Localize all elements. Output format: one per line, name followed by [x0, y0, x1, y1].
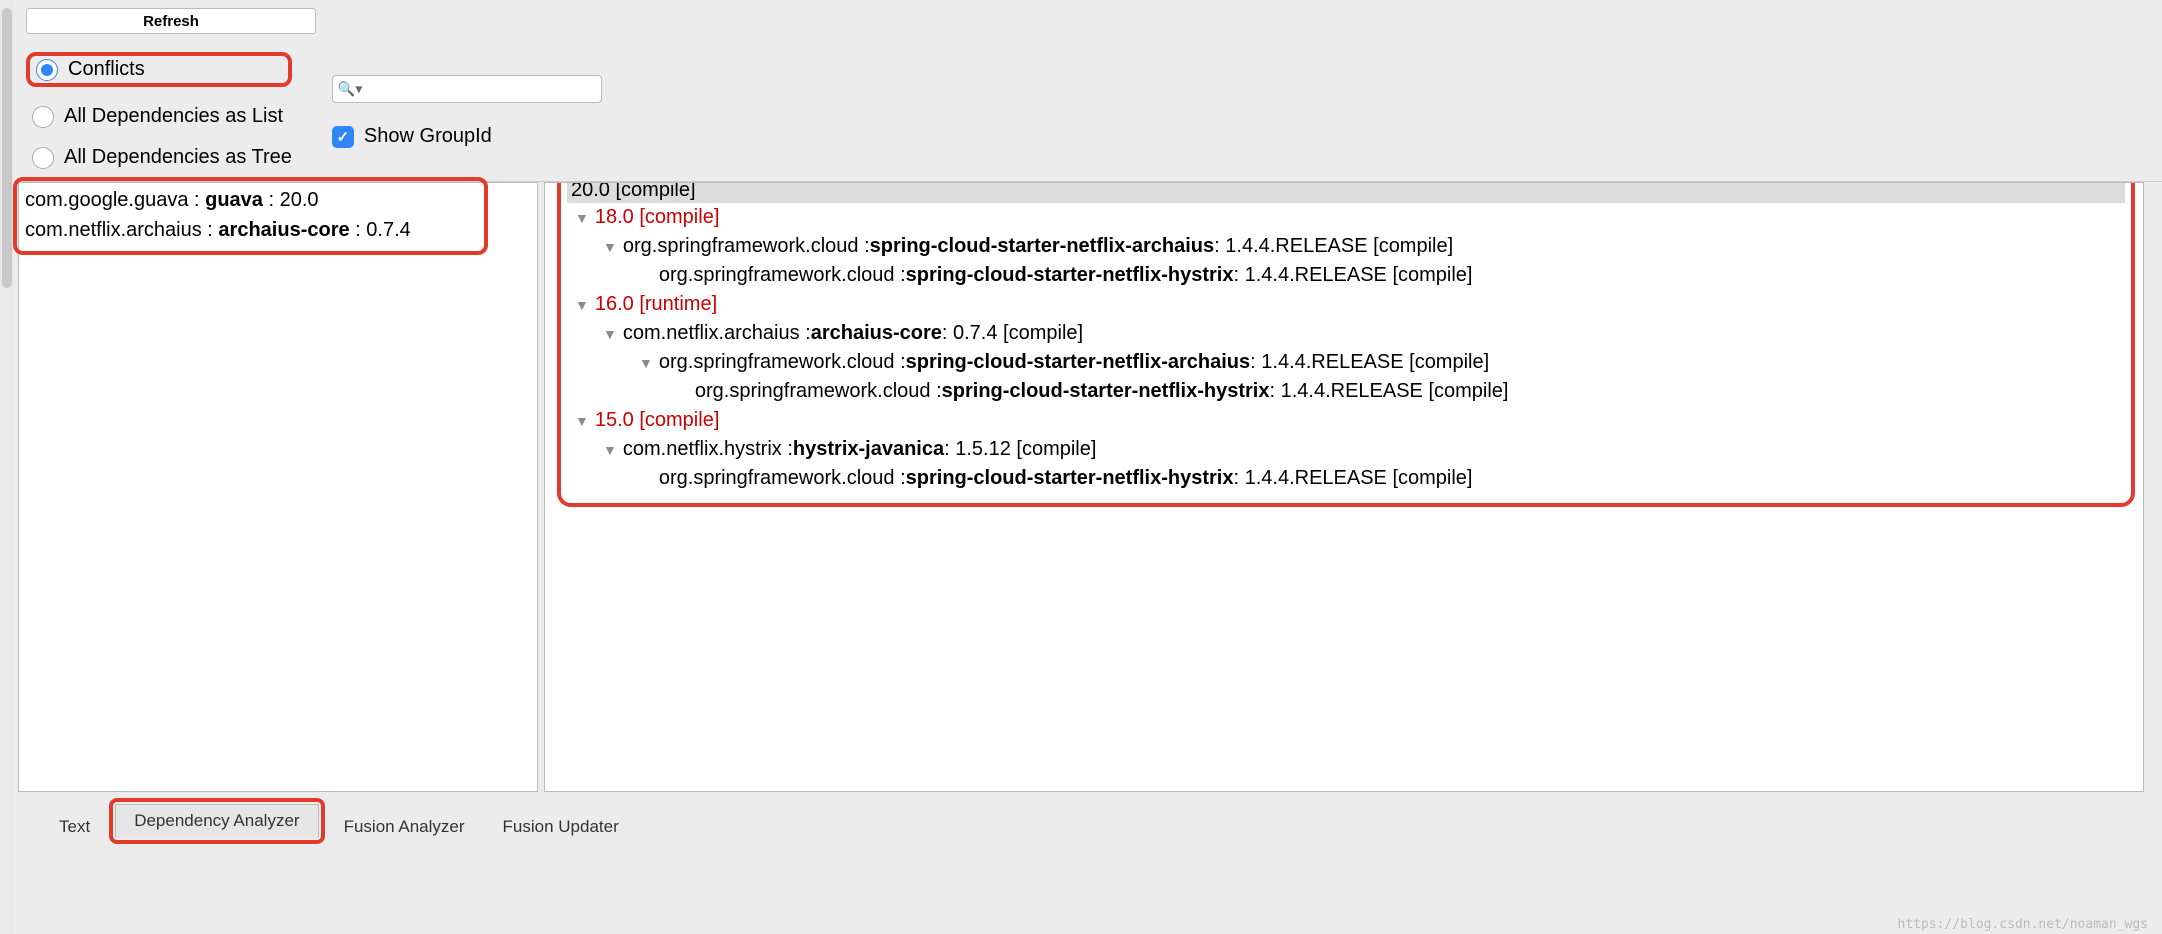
conflict-list-pane[interactable]: com.google.guava : guava : 20.0com.netfl…	[18, 182, 538, 792]
tree-row[interactable]: ▼org.springframework.cloud : spring-clou…	[567, 464, 2125, 493]
radio-icon	[36, 59, 58, 81]
tree-row[interactable]: ▼com.netflix.archaius : archaius-core : …	[567, 319, 2125, 348]
tab-fusion-analyzer[interactable]: Fusion Analyzer	[325, 810, 484, 844]
filter-row: Conflicts All Dependencies as List All D…	[26, 52, 2162, 169]
search-icon: 🔍▾	[338, 81, 362, 98]
radio-all-tree[interactable]: All Dependencies as Tree	[26, 146, 292, 169]
radio-icon	[32, 106, 54, 128]
tree-row[interactable]: ▼com.netflix.hystrix : hystrix-javanica …	[567, 435, 2125, 464]
radio-all-list[interactable]: All Dependencies as List	[26, 105, 292, 128]
chevron-down-icon: ▼	[575, 204, 589, 232]
main-panes: com.google.guava : guava : 20.0com.netfl…	[0, 182, 2162, 792]
chevron-down-icon: ▼	[575, 407, 589, 435]
highlight-conflicts: Conflicts	[26, 52, 292, 87]
tree-row[interactable]: ▼org.springframework.cloud : spring-clou…	[567, 261, 2125, 290]
dependency-tree-pane[interactable]: 20.0 [compile] ▼18.0 [compile]▼org.sprin…	[544, 182, 2144, 792]
toolbar: Refresh Conflicts All Dependencies as Li…	[0, 0, 2162, 182]
radio-conflicts[interactable]: Conflicts	[36, 58, 145, 81]
bottom-tabs: Text Dependency Analyzer Fusion Analyzer…	[0, 792, 2162, 844]
list-item[interactable]: com.google.guava : guava : 20.0	[25, 185, 476, 215]
tab-text[interactable]: Text	[40, 810, 109, 844]
tree-row[interactable]: ▼15.0 [compile]	[567, 406, 2125, 435]
tree-row[interactable]: ▼org.springframework.cloud : spring-clou…	[567, 348, 2125, 377]
side-controls: 🔍▾ ✓ Show GroupId	[332, 75, 602, 148]
list-item[interactable]: com.netflix.archaius : archaius-core : 0…	[25, 215, 476, 245]
checkbox-label: Show GroupId	[364, 125, 492, 148]
highlight-tab: Dependency Analyzer	[109, 798, 324, 844]
refresh-button[interactable]: Refresh	[26, 8, 316, 34]
show-groupid-check[interactable]: ✓ Show GroupId	[332, 125, 602, 148]
search-input[interactable]	[332, 75, 602, 103]
highlight-tree: 20.0 [compile] ▼18.0 [compile]▼org.sprin…	[557, 182, 2135, 507]
checkbox-icon: ✓	[332, 126, 354, 148]
chevron-down-icon: ▼	[575, 291, 589, 319]
chevron-down-icon: ▼	[603, 436, 617, 464]
tree-row[interactable]: ▼16.0 [runtime]	[567, 290, 2125, 319]
scrollbar-thumb[interactable]	[2, 8, 12, 288]
chevron-down-icon: ▼	[603, 233, 617, 261]
radio-label: All Dependencies as List	[64, 105, 283, 128]
highlight-conflict-list: com.google.guava : guava : 20.0com.netfl…	[13, 177, 488, 255]
tree-row[interactable]: ▼org.springframework.cloud : spring-clou…	[567, 377, 2125, 406]
tab-fusion-updater[interactable]: Fusion Updater	[484, 810, 638, 844]
watermark: https://blog.csdn.net/noaman_wgs	[1898, 917, 2148, 932]
radio-group: Conflicts All Dependencies as List All D…	[26, 52, 292, 169]
tree-row[interactable]: ▼18.0 [compile]	[567, 203, 2125, 232]
chevron-down-icon: ▼	[603, 320, 617, 348]
radio-label: Conflicts	[68, 58, 145, 81]
tab-dependency-analyzer[interactable]: Dependency Analyzer	[115, 804, 318, 838]
radio-label: All Dependencies as Tree	[64, 146, 292, 169]
left-scrollbar[interactable]	[0, 0, 14, 934]
radio-icon	[32, 147, 54, 169]
tree-selected-row[interactable]: 20.0 [compile]	[567, 182, 2125, 203]
chevron-down-icon: ▼	[639, 349, 653, 377]
search-field[interactable]: 🔍▾	[332, 75, 602, 103]
tree-row[interactable]: ▼org.springframework.cloud : spring-clou…	[567, 232, 2125, 261]
